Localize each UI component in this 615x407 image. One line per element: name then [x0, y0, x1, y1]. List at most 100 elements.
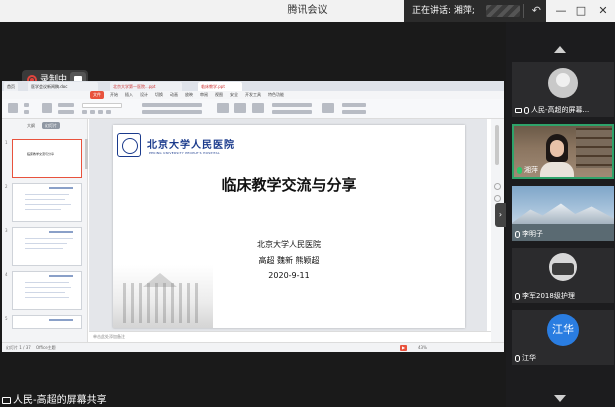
section-icon[interactable] [58, 110, 74, 114]
scroll-up-icon[interactable] [554, 46, 566, 53]
wps-tab-doc[interactable]: 医学会议新闻稿.doc [28, 82, 98, 91]
zoom-in-icon[interactable] [494, 183, 501, 190]
thumb-line [25, 287, 71, 288]
paste-icon[interactable] [8, 103, 18, 113]
participant-name: 湘萍 [517, 165, 538, 175]
thumb-line [25, 292, 65, 293]
slide-thumbnail[interactable]: 2 [5, 183, 82, 222]
paragraph-tools[interactable] [142, 103, 202, 107]
slide-thumbnail-panel: 大纲 幻灯片 1 临床教学交流与分享 2 3 4 5 [2, 119, 88, 342]
shape-icon[interactable] [234, 103, 246, 113]
slide-organization: 北京大学人民医院 [257, 240, 321, 249]
panel-scrollbar[interactable] [85, 139, 88, 169]
maximize-button[interactable]: □ [570, 0, 592, 22]
hospital-name-en: PEKING UNIVERSITY PEOPLE'S HOSPITAL [149, 151, 221, 155]
layout-icon[interactable] [58, 103, 74, 107]
menu-devtools[interactable]: 开发工具 [245, 91, 261, 99]
zoom-out-icon[interactable] [494, 195, 501, 202]
menu-review[interactable]: 审阅 [200, 91, 208, 99]
tab-slides[interactable]: 幻灯片 [42, 122, 60, 129]
underline-icon[interactable] [98, 110, 103, 114]
bookshelf [576, 128, 612, 168]
theme-name: Office主题 [36, 345, 56, 350]
strike-icon[interactable] [106, 110, 111, 114]
wps-toolbar [2, 99, 504, 119]
play-slideshow-button[interactable]: ▶ [400, 345, 408, 351]
find-icon[interactable] [322, 103, 334, 113]
thumb-line [25, 194, 69, 195]
menu-insert[interactable]: 插入 [125, 91, 133, 99]
participant-panel: 人民-高超的屏幕... 湘萍 李明子 李军2018级护理 江华 江华 [506, 22, 615, 407]
mic-icon [515, 354, 520, 362]
audio-level-icon [486, 5, 520, 17]
font-select[interactable] [82, 103, 122, 108]
italic-icon[interactable] [90, 110, 95, 114]
thumb-heading [49, 275, 73, 277]
style-tools[interactable] [272, 103, 312, 107]
slide-number: 1 [5, 140, 8, 145]
menu-file[interactable]: 文件 [90, 91, 104, 99]
wps-tab-ppt2[interactable]: 临床教学.ppt [198, 82, 242, 91]
slide-thumbnail[interactable]: 1 临床教学交流与分享 [5, 139, 82, 178]
thumb-heading [49, 231, 73, 233]
menu-security[interactable]: 安全 [230, 91, 238, 99]
align-tools[interactable] [142, 110, 202, 114]
current-slide[interactable]: 北京大学人民医院 PEKING UNIVERSITY PEOPLE'S HOSP… [113, 125, 465, 328]
participant-tile[interactable]: 人民-高超的屏幕... [512, 62, 614, 117]
wps-tab-home[interactable]: 首页 [4, 82, 18, 91]
arrange-icon[interactable] [252, 103, 264, 113]
new-slide-icon[interactable] [42, 103, 52, 113]
participant-tile[interactable]: 湘萍 [512, 124, 614, 179]
select-icon[interactable] [342, 110, 366, 114]
thumb-line [25, 243, 67, 244]
participant-tile[interactable]: 李明子 [512, 186, 614, 241]
scroll-down-icon[interactable] [554, 395, 566, 402]
thumb-line [25, 204, 71, 205]
slide-thumbnail[interactable]: 3 [5, 227, 82, 266]
slide-canvas: 北京大学人民医院 PEKING UNIVERSITY PEOPLE'S HOSP… [89, 119, 487, 331]
menu-animation[interactable]: 动画 [170, 91, 178, 99]
minimize-button[interactable]: — [550, 0, 572, 22]
participant-tile[interactable]: 李军2018级护理 [512, 248, 614, 303]
menu-view[interactable]: 视图 [215, 91, 223, 99]
notes-pane[interactable]: 单击此处添加备注 [89, 331, 491, 342]
textbox-icon[interactable] [217, 103, 229, 113]
tab-outline[interactable]: 大纲 [24, 122, 38, 129]
participant-name: 人民-高超的屏幕... [515, 105, 589, 115]
zoom-level: 43% [418, 345, 427, 350]
avatar [548, 68, 578, 98]
menu-slideshow[interactable]: 放映 [185, 91, 193, 99]
shared-wps-window: 首页 医学会议新闻稿.doc 北京大学第一医院...ppt 临床教学.ppt 文… [2, 81, 504, 352]
wps-status-bar: 幻灯片 1 / 37 Office主题 ▶ 43% [2, 342, 504, 352]
copy-icon[interactable] [24, 110, 29, 114]
menu-features[interactable]: 特色功能 [268, 91, 284, 99]
slide-thumbnail[interactable]: 5 [5, 315, 82, 329]
participant-name: 江华 [515, 353, 536, 363]
menu-design[interactable]: 设计 [140, 91, 148, 99]
wps-tab-ppt1[interactable]: 北京大学第一医院...ppt [110, 82, 182, 91]
building-image [113, 265, 213, 328]
thumb-line [25, 248, 63, 249]
divider [523, 4, 524, 18]
fill-tools[interactable] [272, 110, 312, 114]
bold-icon[interactable] [82, 110, 87, 114]
person [540, 134, 574, 177]
expand-panel-button[interactable]: › [495, 203, 506, 227]
menu-home[interactable]: 开始 [110, 91, 118, 99]
scroll-thumb[interactable] [495, 125, 499, 165]
participant-tile[interactable]: 江华 江华 [512, 310, 614, 365]
thumb-line [25, 209, 61, 210]
replace-icon[interactable] [342, 103, 366, 107]
menu-transition[interactable]: 切换 [155, 91, 163, 99]
collapse-icon[interactable]: ↶ [532, 0, 541, 22]
slide-counter: 幻灯片 1 / 37 [6, 345, 31, 350]
slide-thumbnail[interactable]: 4 [5, 271, 82, 310]
screen-share-icon [515, 107, 522, 113]
cut-icon[interactable] [24, 103, 29, 107]
canvas-scrollbar[interactable] [491, 119, 504, 342]
screen-share-text: 人民-高超的屏幕共享 [13, 395, 107, 406]
participant-name: 李明子 [515, 229, 543, 239]
participant-name: 李军2018级护理 [515, 291, 575, 301]
avatar-initials: 江华 [547, 314, 579, 346]
close-button[interactable]: ✕ [592, 0, 614, 22]
